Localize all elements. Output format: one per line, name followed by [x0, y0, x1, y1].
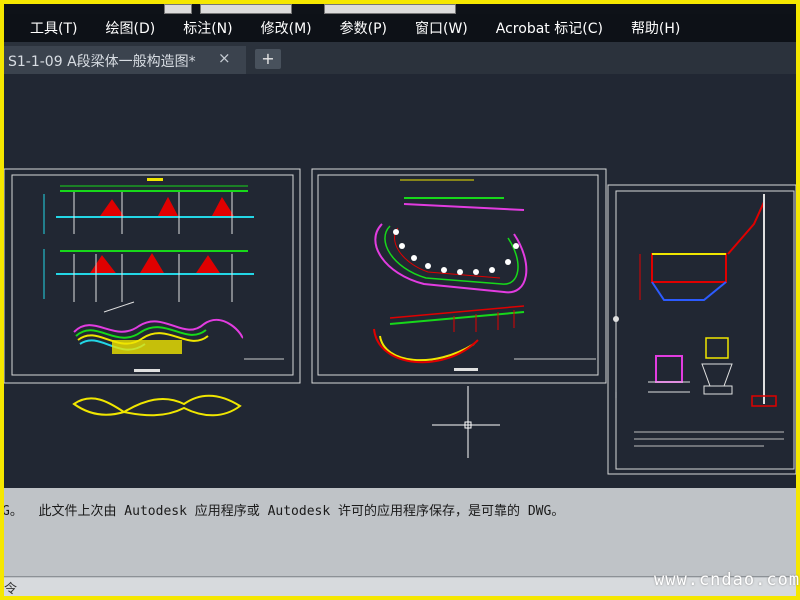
close-icon[interactable]: ×	[218, 49, 231, 67]
sheet-2-curved-plan	[374, 179, 528, 294]
sheet-1-elevation-bottom	[43, 249, 254, 302]
watermark: www.cndao.com	[654, 570, 800, 590]
menu-item-tools[interactable]: 工具(T)	[4, 18, 91, 38]
toolbar-strip	[4, 4, 796, 14]
crosshair-cursor-icon	[432, 386, 500, 458]
tab-drawing-file[interactable]: S1-1-09 A段梁体一般构造图* ×	[4, 46, 246, 74]
command-prompt: 令	[4, 582, 18, 596]
model-space-drawing	[4, 168, 796, 475]
wave-outline	[72, 394, 242, 417]
sheet-3-bearing-details	[615, 337, 784, 447]
toolbar-control[interactable]	[164, 4, 192, 14]
sheet-1-elevation-top	[43, 178, 254, 234]
menu-item-acrobat-markup[interactable]: Acrobat 标记(C)	[482, 18, 617, 38]
sheet-3	[607, 184, 796, 475]
command-history: G。 此文件上次由 Autodesk 应用程序或 Autodesk 许可的应用程…	[4, 488, 796, 578]
new-tab-button[interactable]: +	[255, 49, 281, 69]
toolbar-control[interactable]	[324, 4, 456, 14]
sheet-3-cross-section	[613, 194, 765, 404]
sheet-2-curved-elevation	[373, 305, 596, 371]
menu-item-dimension[interactable]: 标注(N)	[169, 18, 246, 38]
menu-item-window[interactable]: 窗口(W)	[401, 18, 482, 38]
menu-item-modify[interactable]: 修改(M)	[247, 18, 326, 38]
drawing-canvas[interactable]	[4, 74, 796, 488]
sheet-1-plan-view	[73, 301, 284, 372]
autocad-window: 工具(T) 绘图(D) 标注(N) 修改(M) 参数(P) 窗口(W) Acro…	[4, 4, 796, 596]
command-message: G。 此文件上次由 Autodesk 应用程序或 Autodesk 许可的应用程…	[4, 504, 565, 519]
menu-item-help[interactable]: 帮助(H)	[617, 18, 694, 38]
menu-item-draw[interactable]: 绘图(D)	[91, 18, 169, 38]
menu-item-parametric[interactable]: 参数(P)	[326, 18, 401, 38]
toolbar-control[interactable]	[200, 4, 292, 14]
menu-bar: 工具(T) 绘图(D) 标注(N) 修改(M) 参数(P) 窗口(W) Acro…	[4, 14, 796, 42]
file-tab-bar: S1-1-09 A段梁体一般构造图* × +	[4, 42, 796, 74]
tab-title: S1-1-09 A段梁体一般构造图*	[8, 54, 196, 70]
